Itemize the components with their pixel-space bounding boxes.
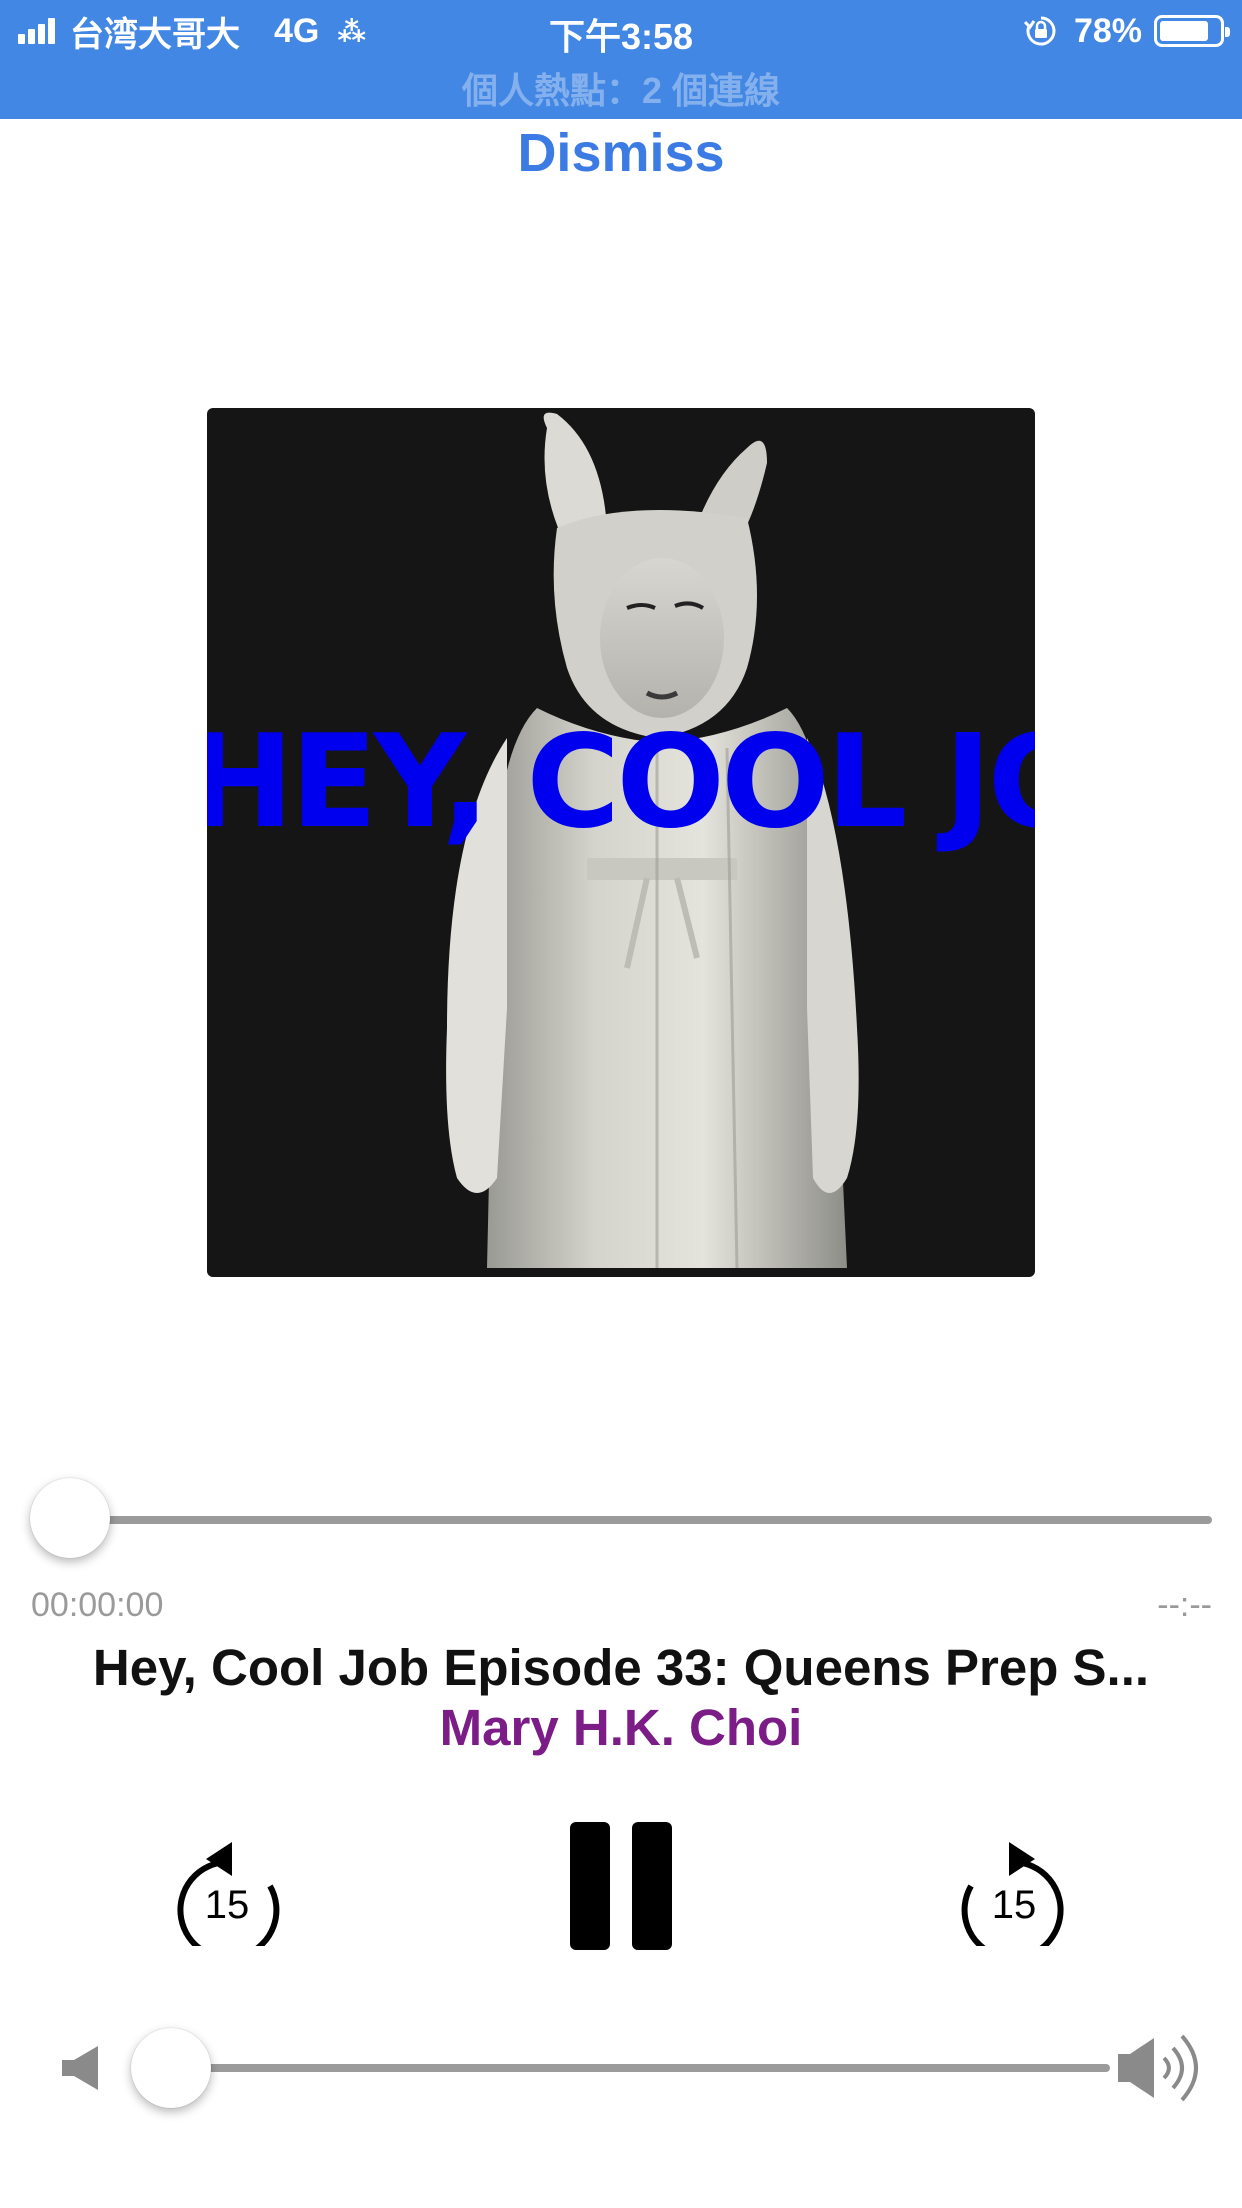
skip-back-button[interactable]: 15 bbox=[170, 1822, 286, 1961]
progress-track[interactable] bbox=[70, 1516, 1212, 1524]
status-bar: 台湾大哥大 4G ⁂ 下午3:58 78% 個人熱點：2 個連線 bbox=[0, 0, 1242, 119]
episode-title: Hey, Cool Job Episode 33: Queens Prep S.… bbox=[92, 1639, 1150, 1696]
rotation-lock-icon bbox=[1023, 16, 1056, 46]
battery-icon bbox=[1154, 15, 1230, 47]
speaker-low-icon bbox=[62, 2046, 98, 2090]
pause-button[interactable] bbox=[570, 1822, 672, 1950]
dismiss-button[interactable]: Dismiss bbox=[0, 122, 1242, 184]
podcast-artwork: HEY, COOL JOB! bbox=[207, 408, 1035, 1277]
volume-thumb[interactable] bbox=[131, 2028, 211, 2108]
hotspot-banner[interactable]: 個人熱點：2 個連線 bbox=[0, 62, 1242, 114]
skip-forward-seconds: 15 bbox=[992, 1883, 1037, 1927]
skip-back-seconds: 15 bbox=[205, 1883, 250, 1927]
forward-15-icon: 15 bbox=[961, 1842, 1064, 1961]
volume-track[interactable] bbox=[140, 2064, 1110, 2072]
elapsed-time: 00:00:00 bbox=[31, 1586, 164, 1624]
progress-thumb[interactable] bbox=[30, 1478, 110, 1558]
status-right: 78% bbox=[1023, 10, 1230, 52]
battery-percent: 78% bbox=[1073, 11, 1142, 50]
podcast-author[interactable]: Mary H.K. Choi bbox=[0, 1698, 1242, 1757]
artwork-title-text: HEY, COOL JOB! bbox=[207, 708, 1035, 857]
remaining-time: --:-- bbox=[1157, 1586, 1212, 1624]
speaker-high-icon bbox=[1118, 2034, 1198, 2102]
skip-forward-button[interactable]: 15 bbox=[955, 1822, 1071, 1961]
rewind-15-icon: 15 bbox=[177, 1842, 280, 1961]
